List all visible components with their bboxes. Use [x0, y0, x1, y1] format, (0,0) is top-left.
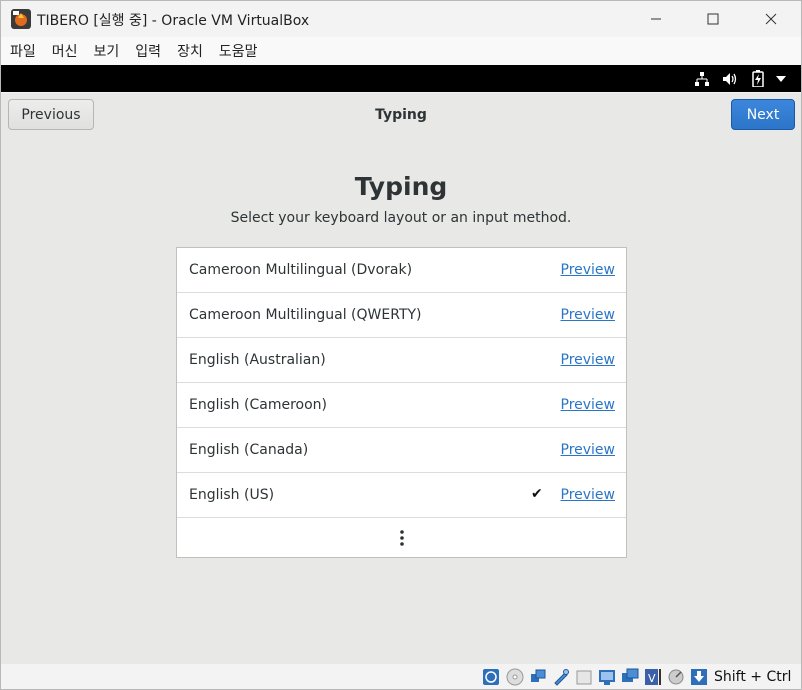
close-icon — [765, 13, 777, 25]
layout-label: English (Australian) — [189, 352, 326, 368]
page-title: Typing — [354, 172, 448, 201]
window-title: TIBERO [실행 중] - Oracle VM VirtualBox — [37, 13, 310, 29]
svg-text:V: V — [648, 672, 656, 685]
more-vertical-icon — [399, 530, 404, 546]
menu-view[interactable]: 보기 — [94, 41, 120, 61]
display-icon[interactable] — [621, 668, 639, 686]
guest-top-bar — [1, 65, 801, 92]
minimize-button[interactable] — [627, 1, 685, 37]
mouse-integration-icon[interactable] — [690, 668, 708, 686]
audio-icon[interactable] — [529, 668, 547, 686]
list-item[interactable]: English (Australian) Preview — [177, 338, 626, 383]
cpu-icon[interactable] — [667, 668, 685, 686]
virtualbox-window: TIBERO [실행 중] - Oracle VM VirtualBox 파일 … — [0, 0, 802, 690]
list-item-selected[interactable]: English (US) ✔ Preview — [177, 473, 626, 518]
menu-input[interactable]: 입력 — [135, 41, 161, 61]
preview-link[interactable]: Preview — [561, 487, 616, 503]
preview-link[interactable]: Preview — [561, 352, 616, 368]
usb-icon[interactable] — [575, 668, 593, 686]
header-title: Typing — [375, 107, 427, 123]
network-icon[interactable] — [693, 70, 711, 87]
shared-folder-icon[interactable] — [598, 668, 616, 686]
maximize-icon — [707, 13, 719, 25]
volume-icon[interactable] — [721, 70, 739, 87]
system-menu-arrow-icon[interactable] — [775, 70, 787, 87]
menu-help[interactable]: 도움말 — [219, 41, 258, 61]
layout-label: Cameroon Multilingual (Dvorak) — [189, 262, 413, 278]
preview-link[interactable]: Preview — [561, 442, 616, 458]
next-button[interactable]: Next — [731, 99, 795, 130]
layout-label: Cameroon Multilingual (QWERTY) — [189, 307, 422, 323]
virtualbox-logo-icon — [11, 9, 31, 29]
preview-link[interactable]: Preview — [561, 397, 616, 413]
list-item[interactable]: English (Cameroon) Preview — [177, 383, 626, 428]
minimize-icon — [651, 18, 661, 20]
list-item[interactable]: Cameroon Multilingual (QWERTY) Preview — [177, 293, 626, 338]
maximize-button[interactable] — [684, 1, 742, 37]
menu-machine[interactable]: 머신 — [52, 41, 78, 61]
more-layouts-button[interactable] — [177, 518, 626, 558]
layout-label: English (Cameroon) — [189, 397, 327, 413]
preview-link[interactable]: Preview — [561, 262, 616, 278]
hard-disk-icon[interactable] — [482, 668, 500, 686]
menu-file[interactable]: 파일 — [10, 41, 36, 61]
menu-bar: 파일 머신 보기 입력 장치 도움말 — [1, 37, 801, 65]
list-item[interactable]: Cameroon Multilingual (Dvorak) Preview — [177, 248, 626, 293]
optical-drive-icon[interactable] — [506, 668, 524, 686]
battery-icon[interactable] — [751, 70, 765, 87]
host-key-label: Shift + Ctrl — [714, 669, 792, 685]
list-item[interactable]: English (Canada) Preview — [177, 428, 626, 473]
close-button[interactable] — [742, 1, 800, 37]
header-bar: Previous Typing Next — [1, 92, 801, 140]
layout-label: English (Canada) — [189, 442, 309, 458]
preview-link[interactable]: Preview — [561, 307, 616, 323]
layout-label: English (US) — [189, 487, 275, 503]
title-bar[interactable]: TIBERO [실행 중] - Oracle VM VirtualBox — [1, 1, 801, 37]
menu-devices[interactable]: 장치 — [177, 41, 203, 61]
setup-content: Typing Select your keyboard layout or an… — [1, 139, 801, 664]
page-subtitle: Select your keyboard layout or an input … — [230, 210, 572, 226]
checkmark-icon: ✔ — [531, 486, 543, 502]
status-bar: V Shift + Ctrl — [1, 664, 801, 689]
keyboard-layout-list: Cameroon Multilingual (Dvorak) Preview C… — [176, 247, 627, 558]
recording-icon[interactable]: V — [644, 668, 662, 686]
network-adapter-icon[interactable] — [552, 668, 570, 686]
